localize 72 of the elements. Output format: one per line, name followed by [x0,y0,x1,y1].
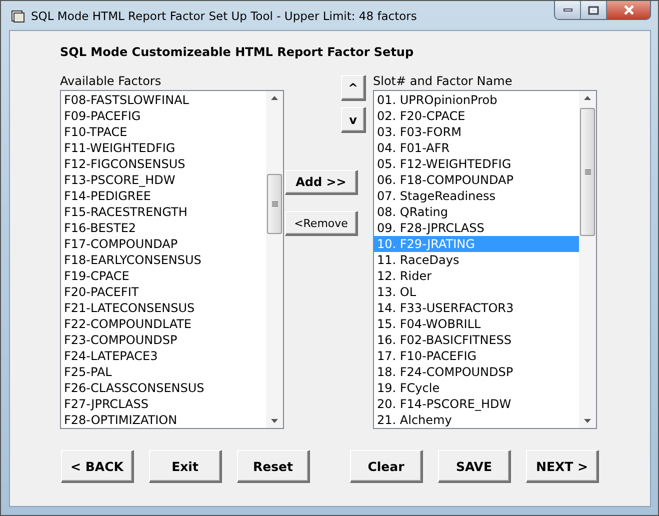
list-item[interactable]: 09. F28-JPRCLASS [374,220,579,236]
list-item[interactable]: 01. UPROpinionProb [374,92,579,108]
list-item[interactable]: F28-OPTIMIZATION [61,412,266,428]
action-button[interactable]: Reset [237,450,310,483]
scrollbar[interactable] [579,91,596,428]
list-item[interactable]: F20-PACEFIT [61,284,266,300]
form-heading: SQL Mode Customizeable HTML Report Factor Setup [60,45,415,61]
list-item[interactable]: 20. F14-PSCORE_HDW [374,396,579,412]
list-item[interactable]: 19. FCycle [374,380,579,396]
list-item[interactable]: F25-PAL [61,364,266,380]
close-icon [622,5,634,15]
list-item[interactable]: F23-COMPOUNDSP [61,332,266,348]
list-item[interactable]: 13. OL [374,284,579,300]
action-button[interactable]: < BACK [61,450,134,483]
move-button[interactable]: v [341,107,366,133]
list-label: Slot# and Factor Name [373,75,514,88]
list-item[interactable]: 08. QRating [374,204,579,220]
scroll-up-icon[interactable] [584,96,591,100]
action-button[interactable]: SAVE [438,450,511,483]
list-item[interactable]: 05. F12-WEIGHTEDFIG [374,156,579,172]
list-item[interactable]: 14. F33-USERFACTOR3 [374,300,579,316]
action-button[interactable]: Exit [149,450,222,483]
transfer-button[interactable]: <Remove [285,211,358,236]
list-item[interactable]: F17-COMPOUNDAP [61,236,266,252]
grip-icon [272,201,278,207]
available-factors-list[interactable] [60,90,284,429]
window-title: SQL Mode HTML Report Factor Set Up Tool - Upper Limit: 48 factors [31,8,417,22]
grip-icon [584,169,590,175]
minimize-button[interactable] [555,1,581,19]
app-icon [11,8,25,22]
minimize-icon [562,8,572,12]
list-item[interactable]: F19-CPACE [61,268,266,284]
transfer-button[interactable]: Add >> [285,170,358,195]
list-item[interactable]: 18. F24-COMPOUNDSP [374,364,579,380]
list-item[interactable]: 03. F03-FORM [374,124,579,140]
list-item[interactable]: 12. Rider [374,268,579,284]
list-item[interactable]: F09-PACEFIG [61,108,266,124]
scroll-down-icon[interactable] [584,419,591,423]
list-item[interactable]: 11. RaceDays [374,252,579,268]
list-item[interactable]: 07. StageReadiness [374,188,579,204]
list-item[interactable]: F21-LATECONSENSUS [61,300,266,316]
list-item[interactable]: 04. F01-AFR [374,140,579,156]
list-item[interactable]: F16-BESTE2 [61,220,266,236]
list-item[interactable]: F11-WEIGHTEDFIG [61,140,266,156]
maximize-icon [588,6,599,14]
list-item[interactable]: F10-TPACE [61,124,266,140]
list-item[interactable]: 21. Alchemy [374,412,579,428]
list-item[interactable]: F22-COMPOUNDLATE [61,316,266,332]
slot-list[interactable] [373,90,597,429]
list-item[interactable]: F26-CLASSCONSENSUS [61,380,266,396]
list-item[interactable]: F14-PEDIGREE [61,188,266,204]
list-item[interactable]: F18-EARLYCONSENSUS [61,252,266,268]
action-button[interactable]: NEXT > [526,450,599,483]
scroll-up-icon[interactable] [271,96,278,100]
list-item[interactable]: F08-FASTSLOWFINAL [61,92,266,108]
maximize-button[interactable] [581,1,607,19]
list-item[interactable]: F15-RACESTRENGTH [61,204,266,220]
list-item[interactable]: F24-LATEPACE3 [61,348,266,364]
list-item[interactable]: F13-PSCORE_HDW [61,172,266,188]
close-button[interactable] [607,1,650,19]
list-item[interactable]: 17. F10-PACEFIG [374,348,579,364]
action-button[interactable]: Clear [350,450,423,483]
list-item[interactable]: F12-FIGCONSENSUS [61,156,266,172]
list-item[interactable]: 15. F04-WOBRILL [374,316,579,332]
list-item[interactable]: F27-JPRCLASS [61,396,266,412]
list-item[interactable]: 02. F20-CPACE [374,108,579,124]
list-item[interactable]: 06. F18-COMPOUNDAP [374,172,579,188]
move-button[interactable]: ^ [341,75,366,101]
list-item[interactable]: 16. F02-BASICFITNESS [374,332,579,348]
list-label: Available Factors [60,75,162,88]
scrollbar[interactable] [266,91,283,428]
scroll-down-icon[interactable] [271,419,278,423]
